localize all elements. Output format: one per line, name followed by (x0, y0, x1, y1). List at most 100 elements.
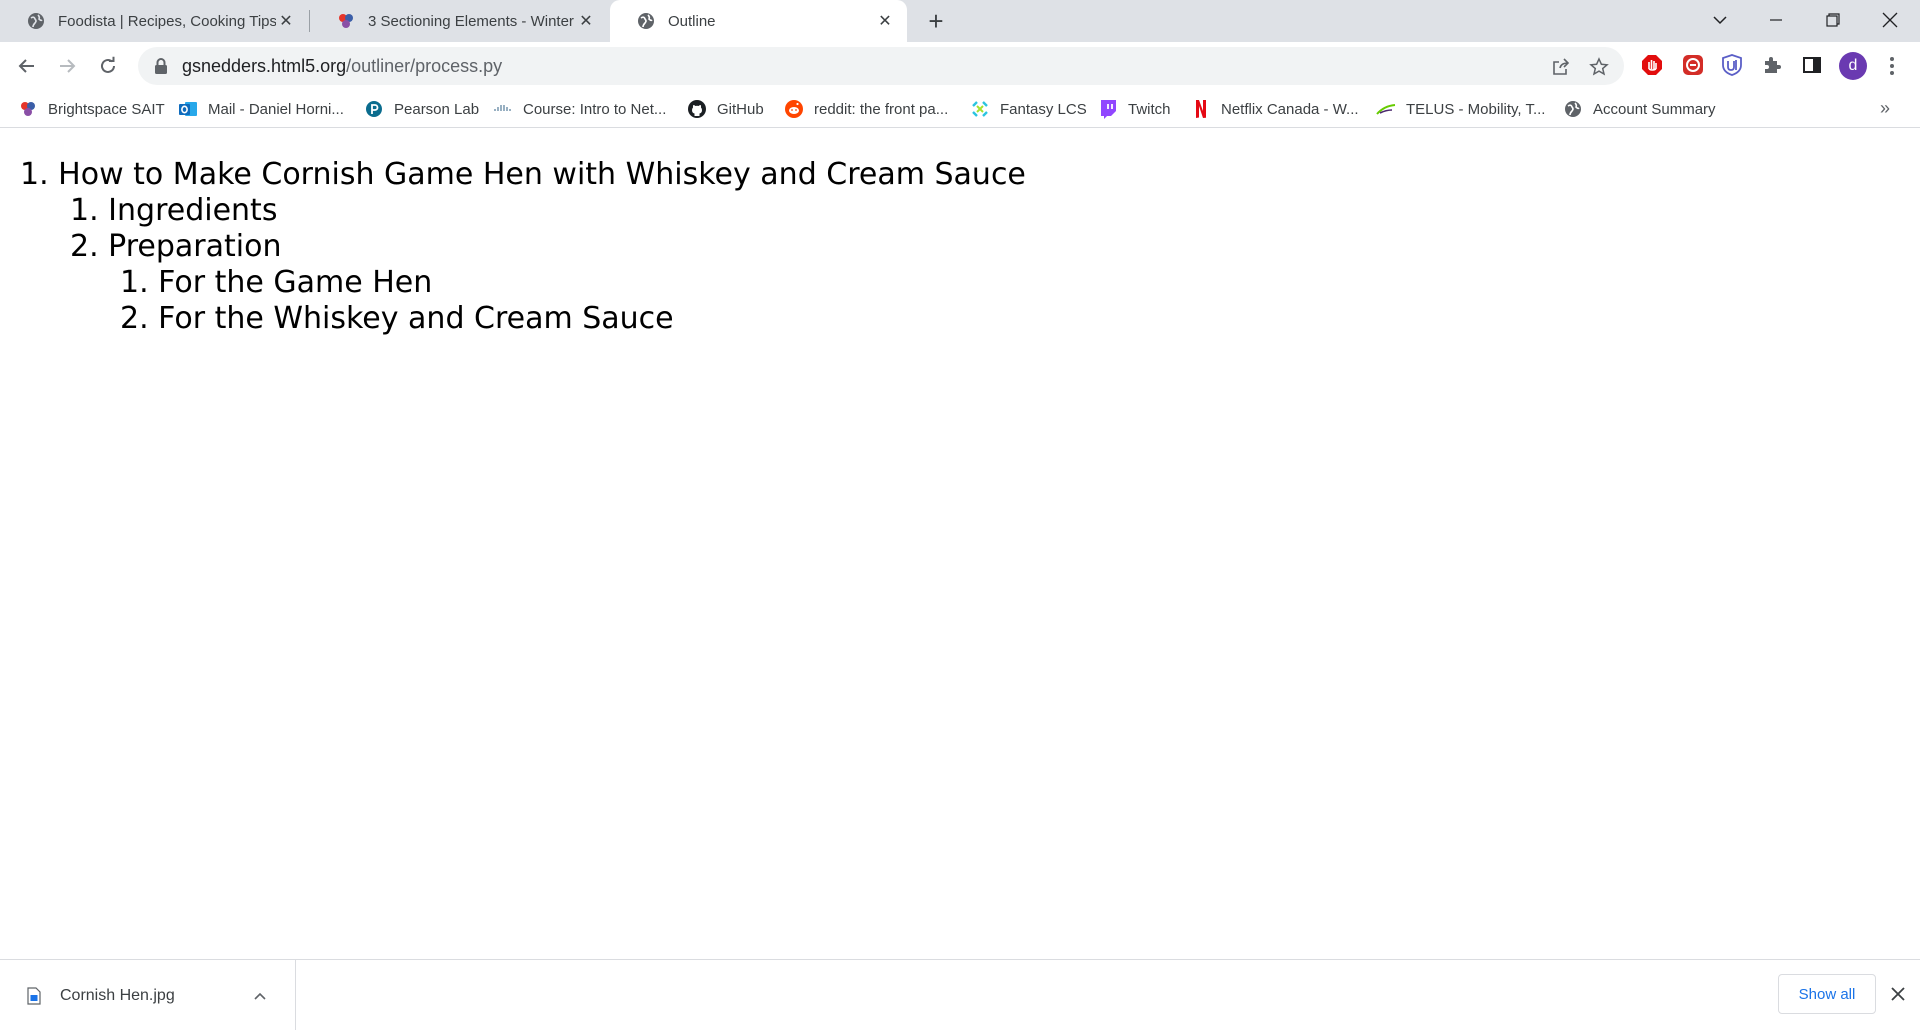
tab-foodista[interactable]: Foodista | Recipes, Cooking Tips, and Fo… (0, 0, 308, 42)
bookmark-fantasy-lcs[interactable]: Fantasy LCS (970, 96, 1087, 122)
outline-number: 1. (120, 265, 149, 300)
bookmark-reddit[interactable]: reddit: the front pa... (784, 96, 948, 122)
bookmark-account-summary[interactable]: Account Summary (1563, 96, 1716, 122)
bookmark-mail[interactable]: Mail - Daniel Horni... (178, 96, 344, 122)
globe-icon (1563, 99, 1583, 119)
bookmark-label: Mail - Daniel Horni... (208, 100, 344, 118)
arrow-left-icon (18, 59, 34, 73)
url-path: /outliner/process.py (346, 55, 503, 76)
telus-icon (1376, 99, 1396, 119)
bookmark-label: Pearson Lab (394, 100, 480, 118)
puzzle-icon[interactable] (1759, 52, 1785, 78)
tab-title: Outline (668, 12, 716, 30)
tab-sectioning-elements[interactable]: 3 Sectioning Elements - Winter 2023 ✕ (310, 0, 608, 42)
url-text: gsnedders.html5.org/outliner/process.py (182, 56, 502, 77)
fantasy-lcs-icon (970, 99, 990, 119)
new-tab-button[interactable]: + (921, 6, 951, 36)
globe-icon (636, 11, 656, 31)
close-icon[interactable]: ✕ (875, 11, 895, 31)
arrow-right-icon (60, 59, 76, 73)
outline-label: Preparation (108, 229, 282, 264)
outline-item-title: 1. How to Make Cornish Game Hen with Whi… (20, 157, 1026, 193)
lastpass-extension-icon[interactable] (1680, 52, 1706, 78)
close-icon (1882, 12, 1898, 28)
pearson-icon (364, 99, 384, 119)
cisco-icon (493, 99, 513, 119)
outline-title: How to Make Cornish Game Hen with Whiske… (58, 157, 1026, 192)
close-window-button[interactable] (1862, 0, 1918, 40)
bookmark-label: reddit: the front pa... (814, 100, 949, 118)
outlook-icon (178, 99, 198, 119)
back-button[interactable] (11, 50, 43, 82)
close-icon[interactable]: ✕ (276, 11, 296, 31)
bookmark-label: GitHub (717, 100, 764, 118)
avatar[interactable]: d (1839, 52, 1867, 80)
side-panel-icon[interactable] (1799, 52, 1825, 78)
reddit-icon (784, 99, 804, 119)
chevron-down-icon (1713, 16, 1727, 25)
brightspace-icon (336, 11, 356, 31)
bookmark-pearson-lab[interactable]: Pearson Lab (364, 96, 479, 122)
close-icon[interactable] (1884, 978, 1912, 1010)
chevron-up-icon[interactable] (245, 981, 275, 1011)
show-all-button[interactable]: Show all (1778, 974, 1876, 1014)
outline-number: 1. (20, 157, 49, 192)
outline-number: 2. (70, 229, 99, 264)
tab-strip: Foodista | Recipes, Cooking Tips, and Fo… (0, 0, 1920, 42)
outline-item-game-hen: 1. For the Game Hen (120, 265, 1026, 301)
document-outline: 1. How to Make Cornish Game Hen with Whi… (20, 157, 1026, 337)
globe-icon (26, 11, 46, 31)
bookmark-label: Account Summary (1593, 100, 1716, 118)
star-icon[interactable] (1588, 56, 1610, 78)
outline-number: 2. (120, 301, 149, 336)
reload-button[interactable] (92, 50, 124, 82)
address-bar[interactable]: gsnedders.html5.org/outliner/process.py (138, 47, 1624, 85)
tab-title: 3 Sectioning Elements - Winter 2023 (368, 12, 576, 30)
url-host: gsnedders.html5.org (182, 55, 347, 76)
browser-toolbar: gsnedders.html5.org/outliner/process.py … (0, 42, 1920, 90)
twitch-icon (1098, 99, 1118, 119)
restore-icon (1826, 13, 1840, 27)
restore-button[interactable] (1805, 0, 1861, 40)
bookmark-label: Brightspace SAIT (48, 100, 165, 118)
github-icon (687, 99, 707, 119)
outline-item-ingredients: 1. Ingredients (70, 193, 1026, 229)
outline-label: For the Game Hen (158, 265, 433, 300)
share-icon[interactable] (1550, 56, 1572, 78)
lock-icon[interactable] (152, 57, 170, 75)
image-file-icon (26, 986, 42, 1006)
minimize-icon (1770, 19, 1782, 21)
bookmark-label: Course: Intro to Net... (523, 100, 667, 118)
outline-number: 1. (70, 193, 99, 228)
more-menu-icon[interactable] (1880, 52, 1904, 80)
download-file-name: Cornish Hen.jpg (60, 986, 175, 1004)
outline-sublist: 1. For the Game Hen 2. For the Whiskey a… (120, 265, 1026, 337)
forward-button[interactable] (51, 50, 83, 82)
bookmark-course-intro[interactable]: Course: Intro to Net... (493, 96, 666, 122)
bookmark-label: Netflix Canada - W... (1221, 100, 1359, 118)
outline-sublist: 1. Ingredients 2. Preparation 1. For the… (70, 193, 1026, 337)
reload-icon (101, 56, 115, 73)
bookmark-telus[interactable]: TELUS - Mobility, T... (1376, 96, 1545, 122)
tab-outline[interactable]: Outline ✕ (610, 0, 907, 42)
download-item[interactable]: Cornish Hen.jpg (0, 960, 296, 1030)
chevron-double-right-icon[interactable]: » (1880, 98, 1890, 119)
bookmark-twitch[interactable]: Twitch (1098, 96, 1171, 122)
minimize-button[interactable] (1748, 0, 1804, 40)
adblock-extension-icon[interactable] (1639, 52, 1665, 78)
outline-item-preparation: 2. Preparation (70, 229, 1026, 265)
outline-item-whiskey-sauce: 2. For the Whiskey and Cream Sauce (120, 301, 1026, 337)
tab-title: Foodista | Recipes, Cooking Tips, and Fo… (58, 12, 276, 30)
outline-label: Ingredients (108, 193, 278, 228)
download-shelf: Cornish Hen.jpg Show all (0, 959, 1920, 1030)
ublock-extension-icon[interactable] (1719, 52, 1745, 78)
bookmark-netflix[interactable]: Netflix Canada - W... (1191, 96, 1359, 122)
tab-search-button[interactable] (1692, 0, 1748, 40)
close-icon[interactable]: ✕ (576, 11, 596, 31)
bookmark-github[interactable]: GitHub (687, 96, 764, 122)
netflix-icon (1191, 99, 1211, 119)
bookmark-label: Fantasy LCS (1000, 100, 1087, 118)
bookmark-brightspace-sait[interactable]: Brightspace SAIT (18, 96, 165, 122)
bookmark-label: TELUS - Mobility, T... (1406, 100, 1546, 118)
bookmarks-bar: Brightspace SAIT Mail - Daniel Horni... … (0, 90, 1920, 128)
